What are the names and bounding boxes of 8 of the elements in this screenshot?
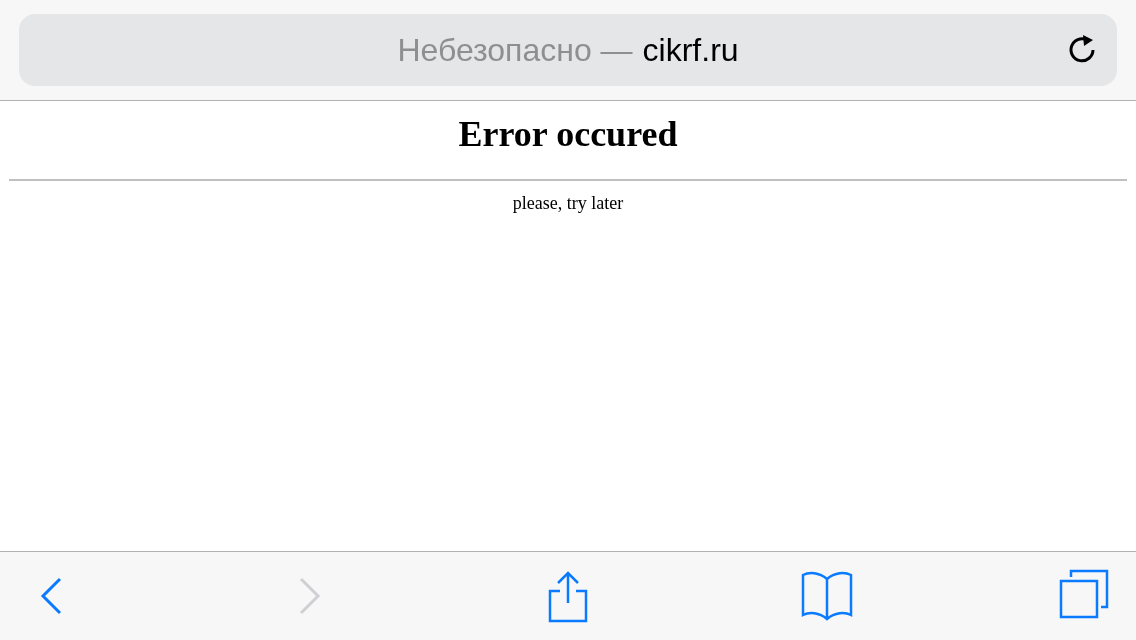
error-message: please, try later [512, 193, 624, 214]
security-label: Небезопасно — [397, 31, 633, 69]
error-heading: Error occured [458, 113, 678, 155]
bookmarks-icon [800, 569, 853, 623]
back-icon [39, 577, 63, 615]
domain-text: cikrf.ru [642, 31, 739, 69]
address-field[interactable]: Небезопасно — cikrf.ru [19, 14, 1117, 86]
forward-icon [298, 577, 321, 615]
